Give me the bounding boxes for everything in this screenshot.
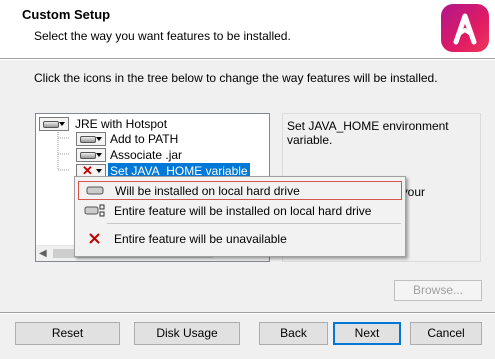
hard-drive-icon[interactable] bbox=[76, 132, 106, 146]
scroll-left-icon[interactable]: ◀ bbox=[39, 246, 47, 261]
hard-drive-tree-icon bbox=[84, 204, 105, 217]
page-subtitle: Select the way you want features to be i… bbox=[34, 29, 291, 43]
disk-usage-button[interactable]: Disk Usage bbox=[134, 322, 240, 345]
next-button[interactable]: Next bbox=[333, 322, 401, 345]
page-title: Custom Setup bbox=[22, 7, 111, 22]
footer-divider bbox=[0, 312, 495, 314]
red-x-icon bbox=[89, 233, 100, 244]
app-logo-icon bbox=[441, 4, 489, 52]
feature-description: Set JAVA_HOME environment variable. bbox=[287, 119, 449, 147]
hard-drive-icon[interactable] bbox=[76, 148, 106, 162]
instruction-text: Click the icons in the tree below to cha… bbox=[34, 71, 438, 85]
menu-item-unavailable[interactable]: Entire feature will be unavailable bbox=[78, 230, 402, 249]
cancel-button[interactable]: Cancel bbox=[410, 322, 482, 345]
browse-button[interactable]: Browse... bbox=[394, 280, 482, 301]
hard-drive-icon[interactable] bbox=[39, 117, 69, 131]
menu-item-install-local[interactable]: Will be installed on local hard drive bbox=[78, 181, 402, 200]
reset-button[interactable]: Reset bbox=[15, 322, 120, 345]
header-divider bbox=[0, 58, 495, 60]
menu-item-install-entire-local[interactable]: Entire feature will be installed on loca… bbox=[78, 202, 402, 221]
menu-divider bbox=[107, 223, 401, 224]
back-button[interactable]: Back bbox=[259, 322, 328, 345]
install-option-menu: Will be installed on local hard drive En… bbox=[74, 176, 406, 257]
header-banner: Custom Setup Select the way you want fea… bbox=[0, 0, 495, 58]
hard-drive-icon bbox=[86, 186, 104, 195]
